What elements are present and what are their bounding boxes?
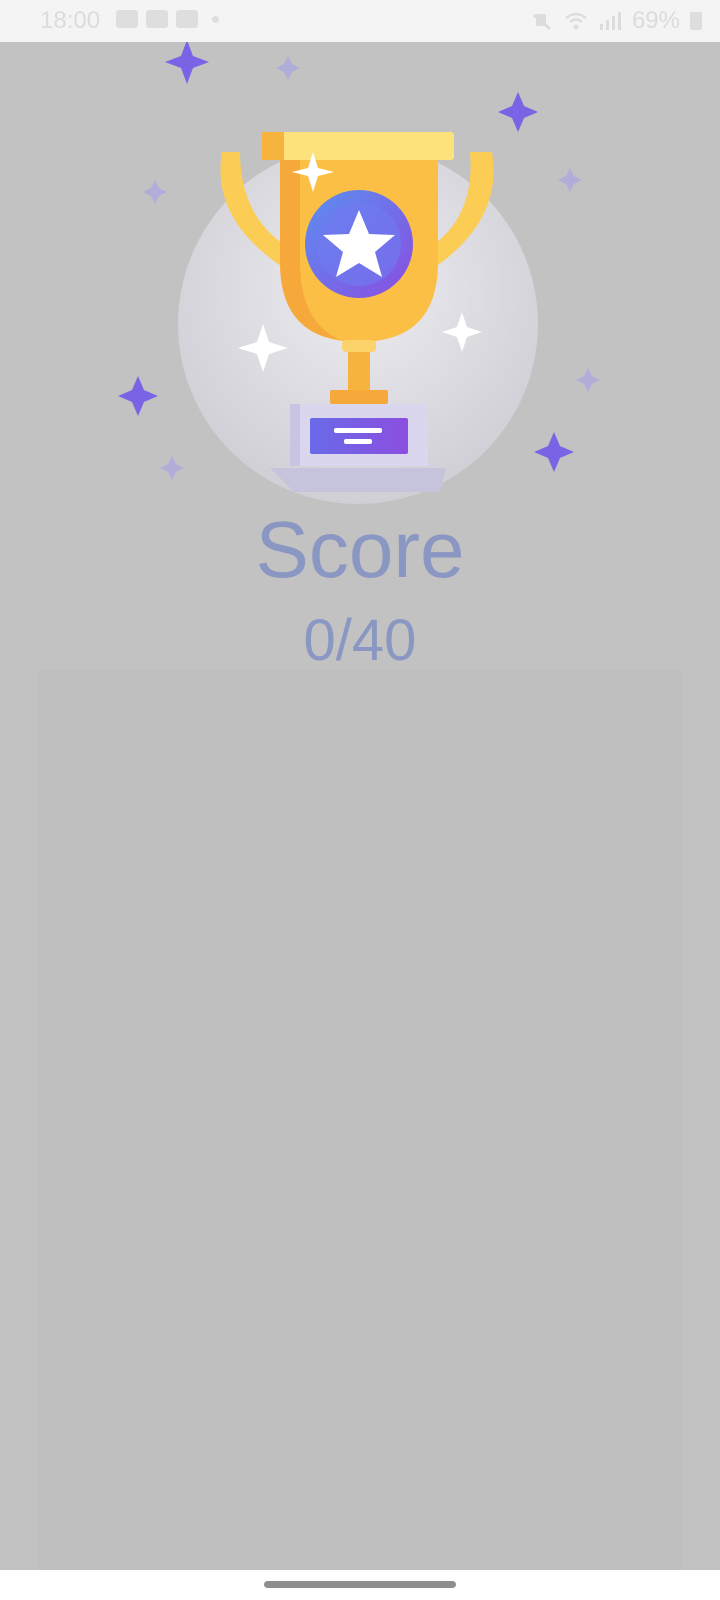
battery-icon (690, 12, 702, 30)
status-icons-left (116, 10, 219, 28)
status-icons-right: 69% (530, 7, 702, 35)
dot-icon (212, 15, 219, 23)
home-indicator[interactable] (264, 1581, 456, 1588)
score-value: 0/40 (303, 608, 417, 673)
trophy-illustration (0, 40, 720, 512)
status-time: 18:00 (40, 7, 101, 34)
navigation-bar (0, 1570, 720, 1600)
mute-icon (530, 11, 554, 31)
signal-icon (598, 11, 622, 31)
youtube-icon (176, 10, 198, 28)
battery-level: 69% (631, 7, 680, 34)
results-panel (38, 670, 682, 1570)
wifi-icon (564, 11, 588, 31)
gallery-icon (116, 10, 138, 28)
score-title: Score (255, 505, 465, 594)
status-bar: 18:00 69% (0, 0, 720, 42)
trophy-icon (118, 40, 600, 504)
youtube-icon (146, 10, 168, 28)
